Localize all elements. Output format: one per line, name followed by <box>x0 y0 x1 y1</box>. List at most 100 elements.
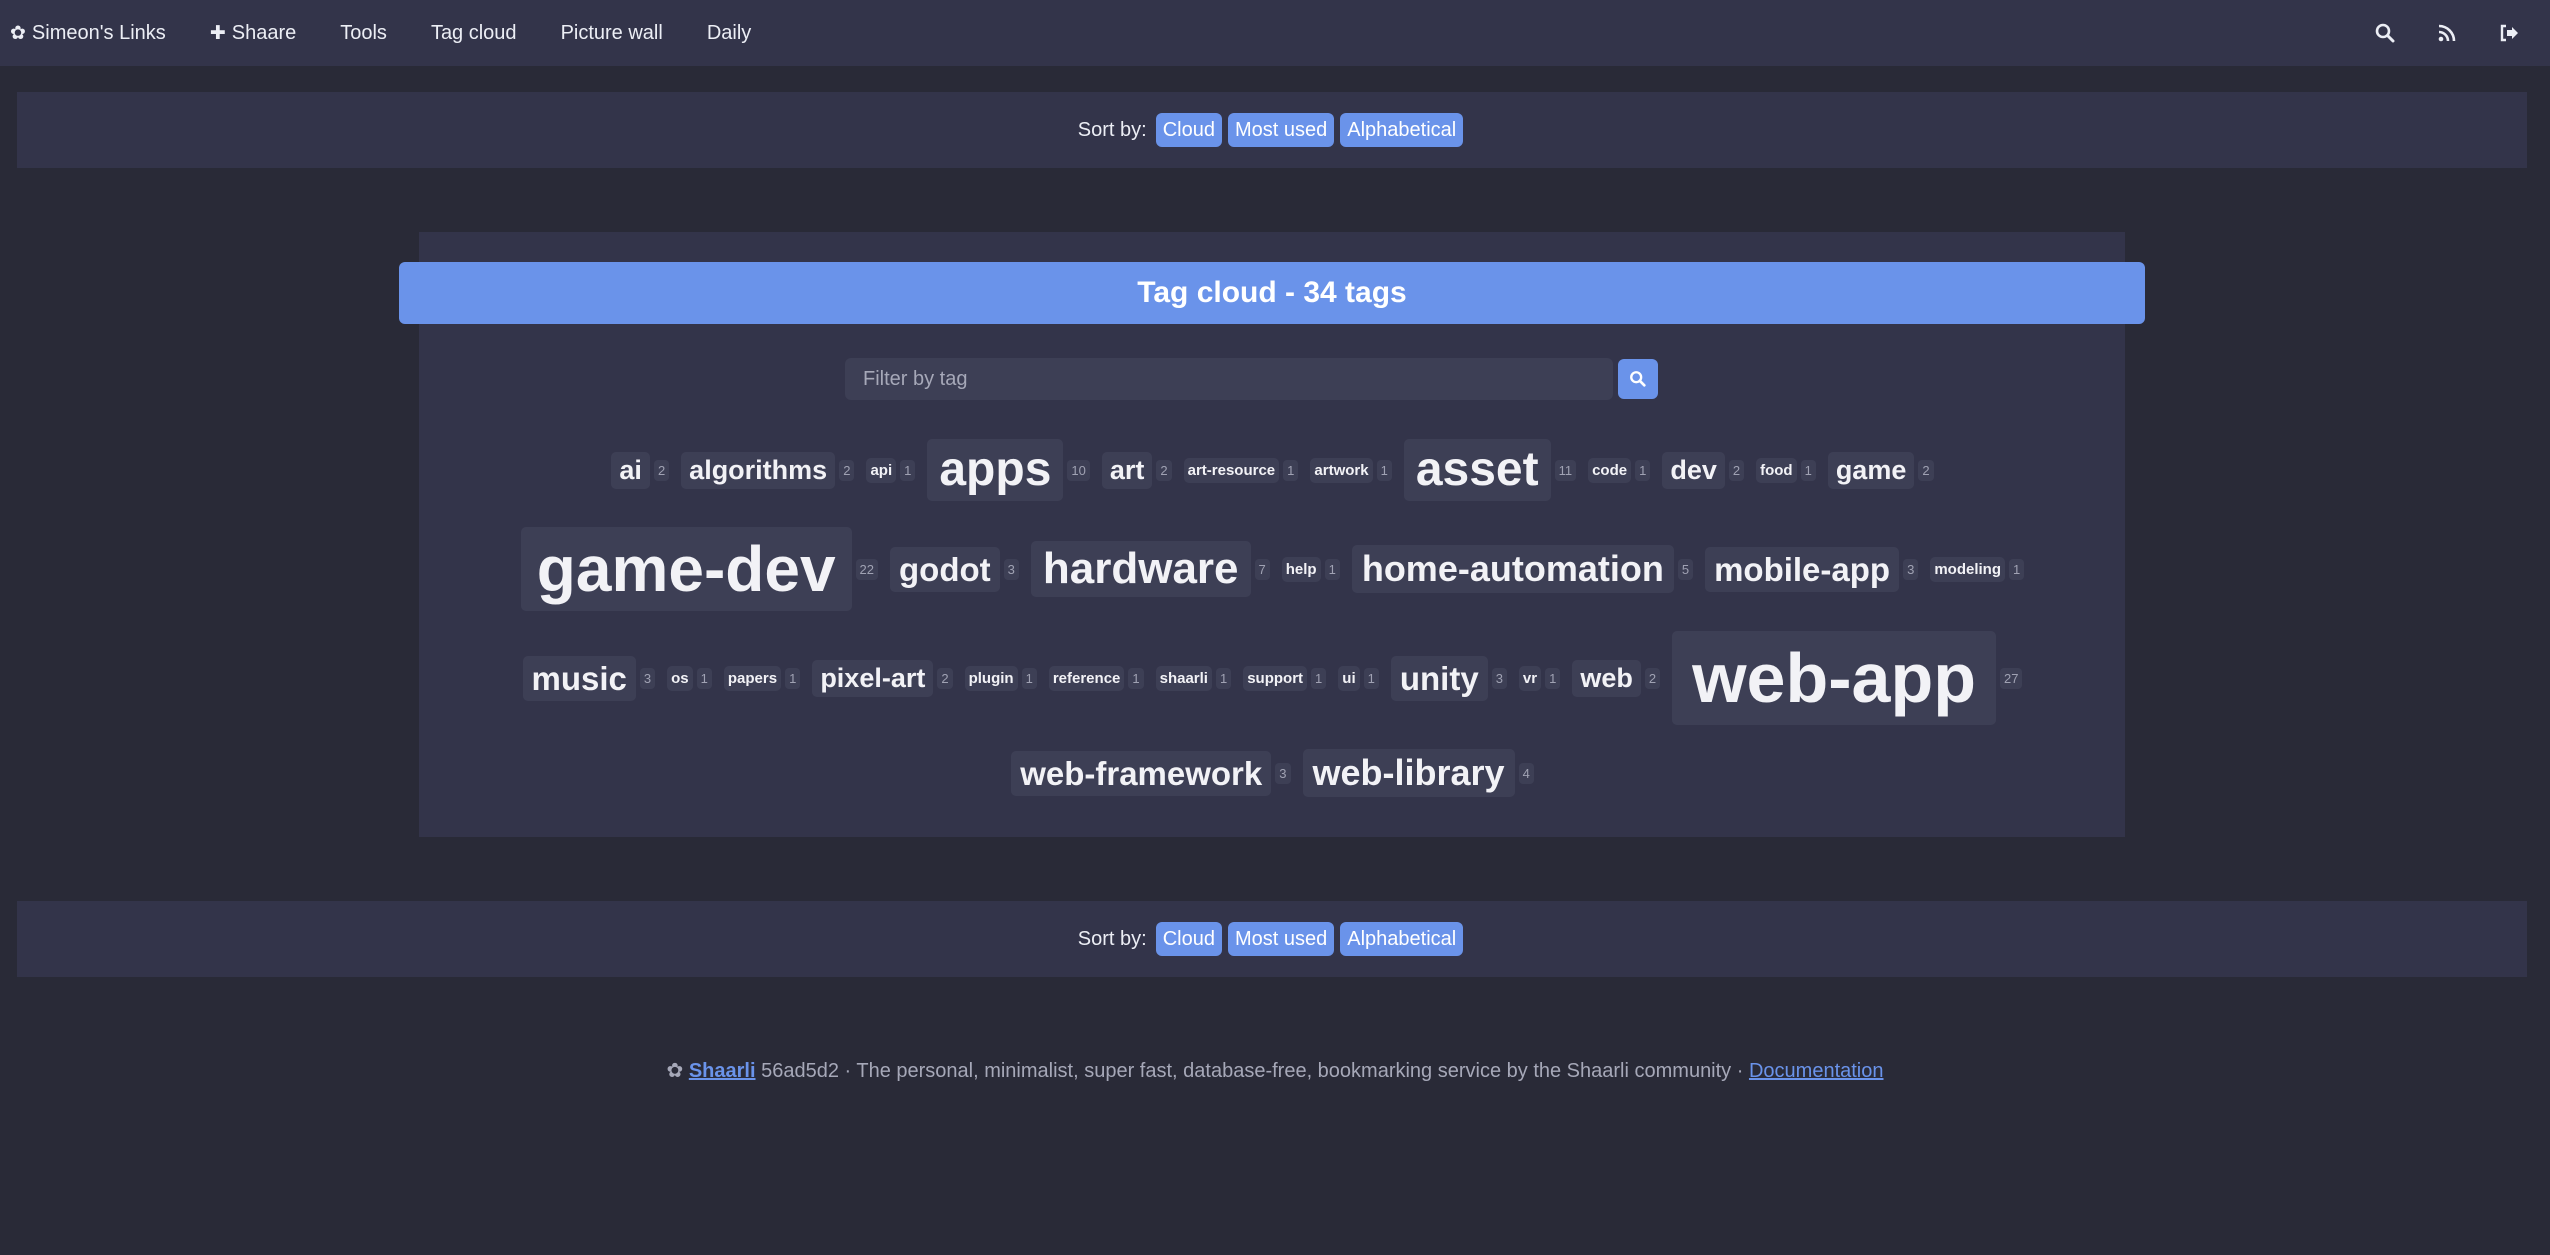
tag-count: 1 <box>2008 558 2025 580</box>
tag-link[interactable]: papers <box>723 665 782 691</box>
tag-count: 3 <box>1491 667 1507 689</box>
tag-count: 3 <box>1275 762 1291 784</box>
tag-link[interactable]: reference <box>1048 665 1125 691</box>
tag-link[interactable]: support <box>1243 665 1308 691</box>
tag-item: art-resource 1 <box>1183 457 1299 483</box>
logout-icon[interactable] <box>2478 0 2540 66</box>
tag-item: dev 2 <box>1662 451 1745 489</box>
sort-alphabetical-button[interactable]: Alphabetical <box>1340 922 1464 956</box>
tag-link[interactable]: asset <box>1403 439 1551 501</box>
tag-link[interactable]: dev <box>1662 451 1725 489</box>
tag-count: 1 <box>1800 459 1816 481</box>
tag-item: reference 1 <box>1048 665 1144 691</box>
tag-link[interactable]: vr <box>1518 665 1542 691</box>
tag-count: 2 <box>1156 459 1172 481</box>
tag-link[interactable]: web-library <box>1302 749 1515 797</box>
tag-item: web-framework 3 <box>1011 750 1291 796</box>
tag-link[interactable]: api <box>866 457 897 483</box>
tag-link[interactable]: game <box>1827 451 1915 489</box>
sort-bar-top: Sort by: Cloud Most used Alphabetical <box>17 92 2527 168</box>
tag-count: 1 <box>1021 667 1037 689</box>
tag-item: food 1 <box>1756 457 1816 483</box>
tag-link[interactable]: food <box>1756 457 1797 483</box>
tag-item: hardware 7 <box>1030 541 1270 597</box>
sort-most-used-button[interactable]: Most used <box>1227 922 1335 956</box>
tag-count: 2 <box>937 667 953 689</box>
tag-link[interactable]: ui <box>1338 665 1360 691</box>
tag-link[interactable]: pixel-art <box>812 659 934 697</box>
tag-link[interactable]: apps <box>927 439 1064 501</box>
tag-link[interactable]: web <box>1572 659 1641 697</box>
tag-count: 3 <box>639 667 656 689</box>
nav-tools-link[interactable]: Tools <box>318 0 409 66</box>
tag-link[interactable]: web-app <box>1672 631 1996 725</box>
tag-link[interactable]: algorithms <box>681 451 836 489</box>
tag-item: pixel-art 2 <box>812 659 953 697</box>
tag-item: vr 1 <box>1518 665 1561 691</box>
tag-count: 2 <box>1728 459 1745 481</box>
tag-cloud: ai 2 algorithms 2 api 1 apps 10 art 2 art-res… <box>440 420 2105 808</box>
footer-text: 56ad5d2 · The personal, minimalist, supe… <box>761 1060 1744 1082</box>
tag-count: 1 <box>785 667 801 689</box>
tag-count: 22 <box>855 558 879 580</box>
nav-shaare-link[interactable]: ✚ Shaare <box>188 0 318 66</box>
sort-cloud-button[interactable]: Cloud <box>1155 922 1222 956</box>
tag-item: os 1 <box>667 665 712 691</box>
search-icon <box>1630 371 1646 387</box>
tag-link[interactable]: code <box>1588 457 1632 483</box>
tag-filter-input[interactable] <box>845 358 1613 400</box>
tag-link[interactable]: hardware <box>1030 541 1251 597</box>
nav-tag-cloud-link[interactable]: Tag cloud <box>409 0 539 66</box>
tag-count: 1 <box>696 667 712 689</box>
tag-link[interactable]: unity <box>1390 655 1488 701</box>
tag-link[interactable]: shaarli <box>1155 665 1212 691</box>
sort-most-used-button[interactable]: Most used <box>1227 113 1335 147</box>
tag-item: ui 1 <box>1338 665 1379 691</box>
nav-brand-link[interactable]: ✿ Simeon's Links <box>0 0 188 66</box>
tag-cloud-row: game-dev 22 godot 3 hardware 7 help 1 home-a… <box>440 520 2105 618</box>
tag-item: home-automation 5 <box>1351 545 1694 593</box>
tag-cloud-row: web-framework 3 web-library 4 <box>440 738 2105 808</box>
tag-link[interactable]: game-dev <box>520 527 852 611</box>
tag-count: 1 <box>1324 558 1340 580</box>
tag-item: game-dev 22 <box>520 527 879 611</box>
filter-search-button[interactable] <box>1618 359 1658 399</box>
tag-cloud-row: music 3 os 1 papers 1 pixel-art 2 plugin 1 re… <box>440 618 2105 738</box>
tag-link[interactable]: art-resource <box>1183 457 1280 483</box>
documentation-link[interactable]: Documentation <box>1749 1060 1884 1082</box>
tag-link[interactable]: os <box>667 665 693 691</box>
tag-link[interactable]: godot <box>890 546 1000 592</box>
nav-daily-link[interactable]: Daily <box>685 0 773 66</box>
tag-link[interactable]: artwork <box>1310 457 1373 483</box>
tag-link[interactable]: mobile-app <box>1705 546 1900 592</box>
tag-count: 3 <box>1003 558 1019 580</box>
tag-link[interactable]: home-automation <box>1351 545 1674 593</box>
tag-count: 2 <box>839 459 855 481</box>
tag-filter-form <box>845 358 1658 400</box>
tag-link[interactable]: music <box>522 655 636 701</box>
sort-cloud-button[interactable]: Cloud <box>1155 113 1222 147</box>
tag-count: 2 <box>1918 459 1934 481</box>
search-icon[interactable] <box>2354 0 2416 66</box>
tag-item: code 1 <box>1588 457 1651 483</box>
nav-right <box>2354 0 2550 66</box>
sort-bar-bottom: Sort by: Cloud Most used Alphabetical <box>17 901 2527 977</box>
nav-picture-wall-link[interactable]: Picture wall <box>539 0 685 66</box>
tag-item: asset 11 <box>1403 439 1577 501</box>
sort-alphabetical-button[interactable]: Alphabetical <box>1340 113 1464 147</box>
tag-count: 2 <box>1644 667 1661 689</box>
tag-item: artwork 1 <box>1310 457 1392 483</box>
tag-item: godot 3 <box>890 546 1019 592</box>
tag-link[interactable]: plugin <box>964 665 1018 691</box>
tag-count: 1 <box>900 459 916 481</box>
tag-count: 1 <box>1283 459 1299 481</box>
tag-link[interactable]: modeling <box>1930 556 2005 582</box>
shaarli-link[interactable]: Shaarli <box>689 1060 756 1082</box>
page-footer: ✿ Shaarli 56ad5d2 · The personal, minima… <box>0 1058 2550 1083</box>
tag-cloud-row: ai 2 algorithms 2 api 1 apps 10 art 2 art-res… <box>440 420 2105 520</box>
tag-link[interactable]: web-framework <box>1011 750 1272 796</box>
rss-icon[interactable] <box>2416 0 2478 66</box>
tag-link[interactable]: art <box>1101 451 1153 489</box>
tag-link[interactable]: ai <box>611 451 650 489</box>
tag-link[interactable]: help <box>1281 556 1321 582</box>
